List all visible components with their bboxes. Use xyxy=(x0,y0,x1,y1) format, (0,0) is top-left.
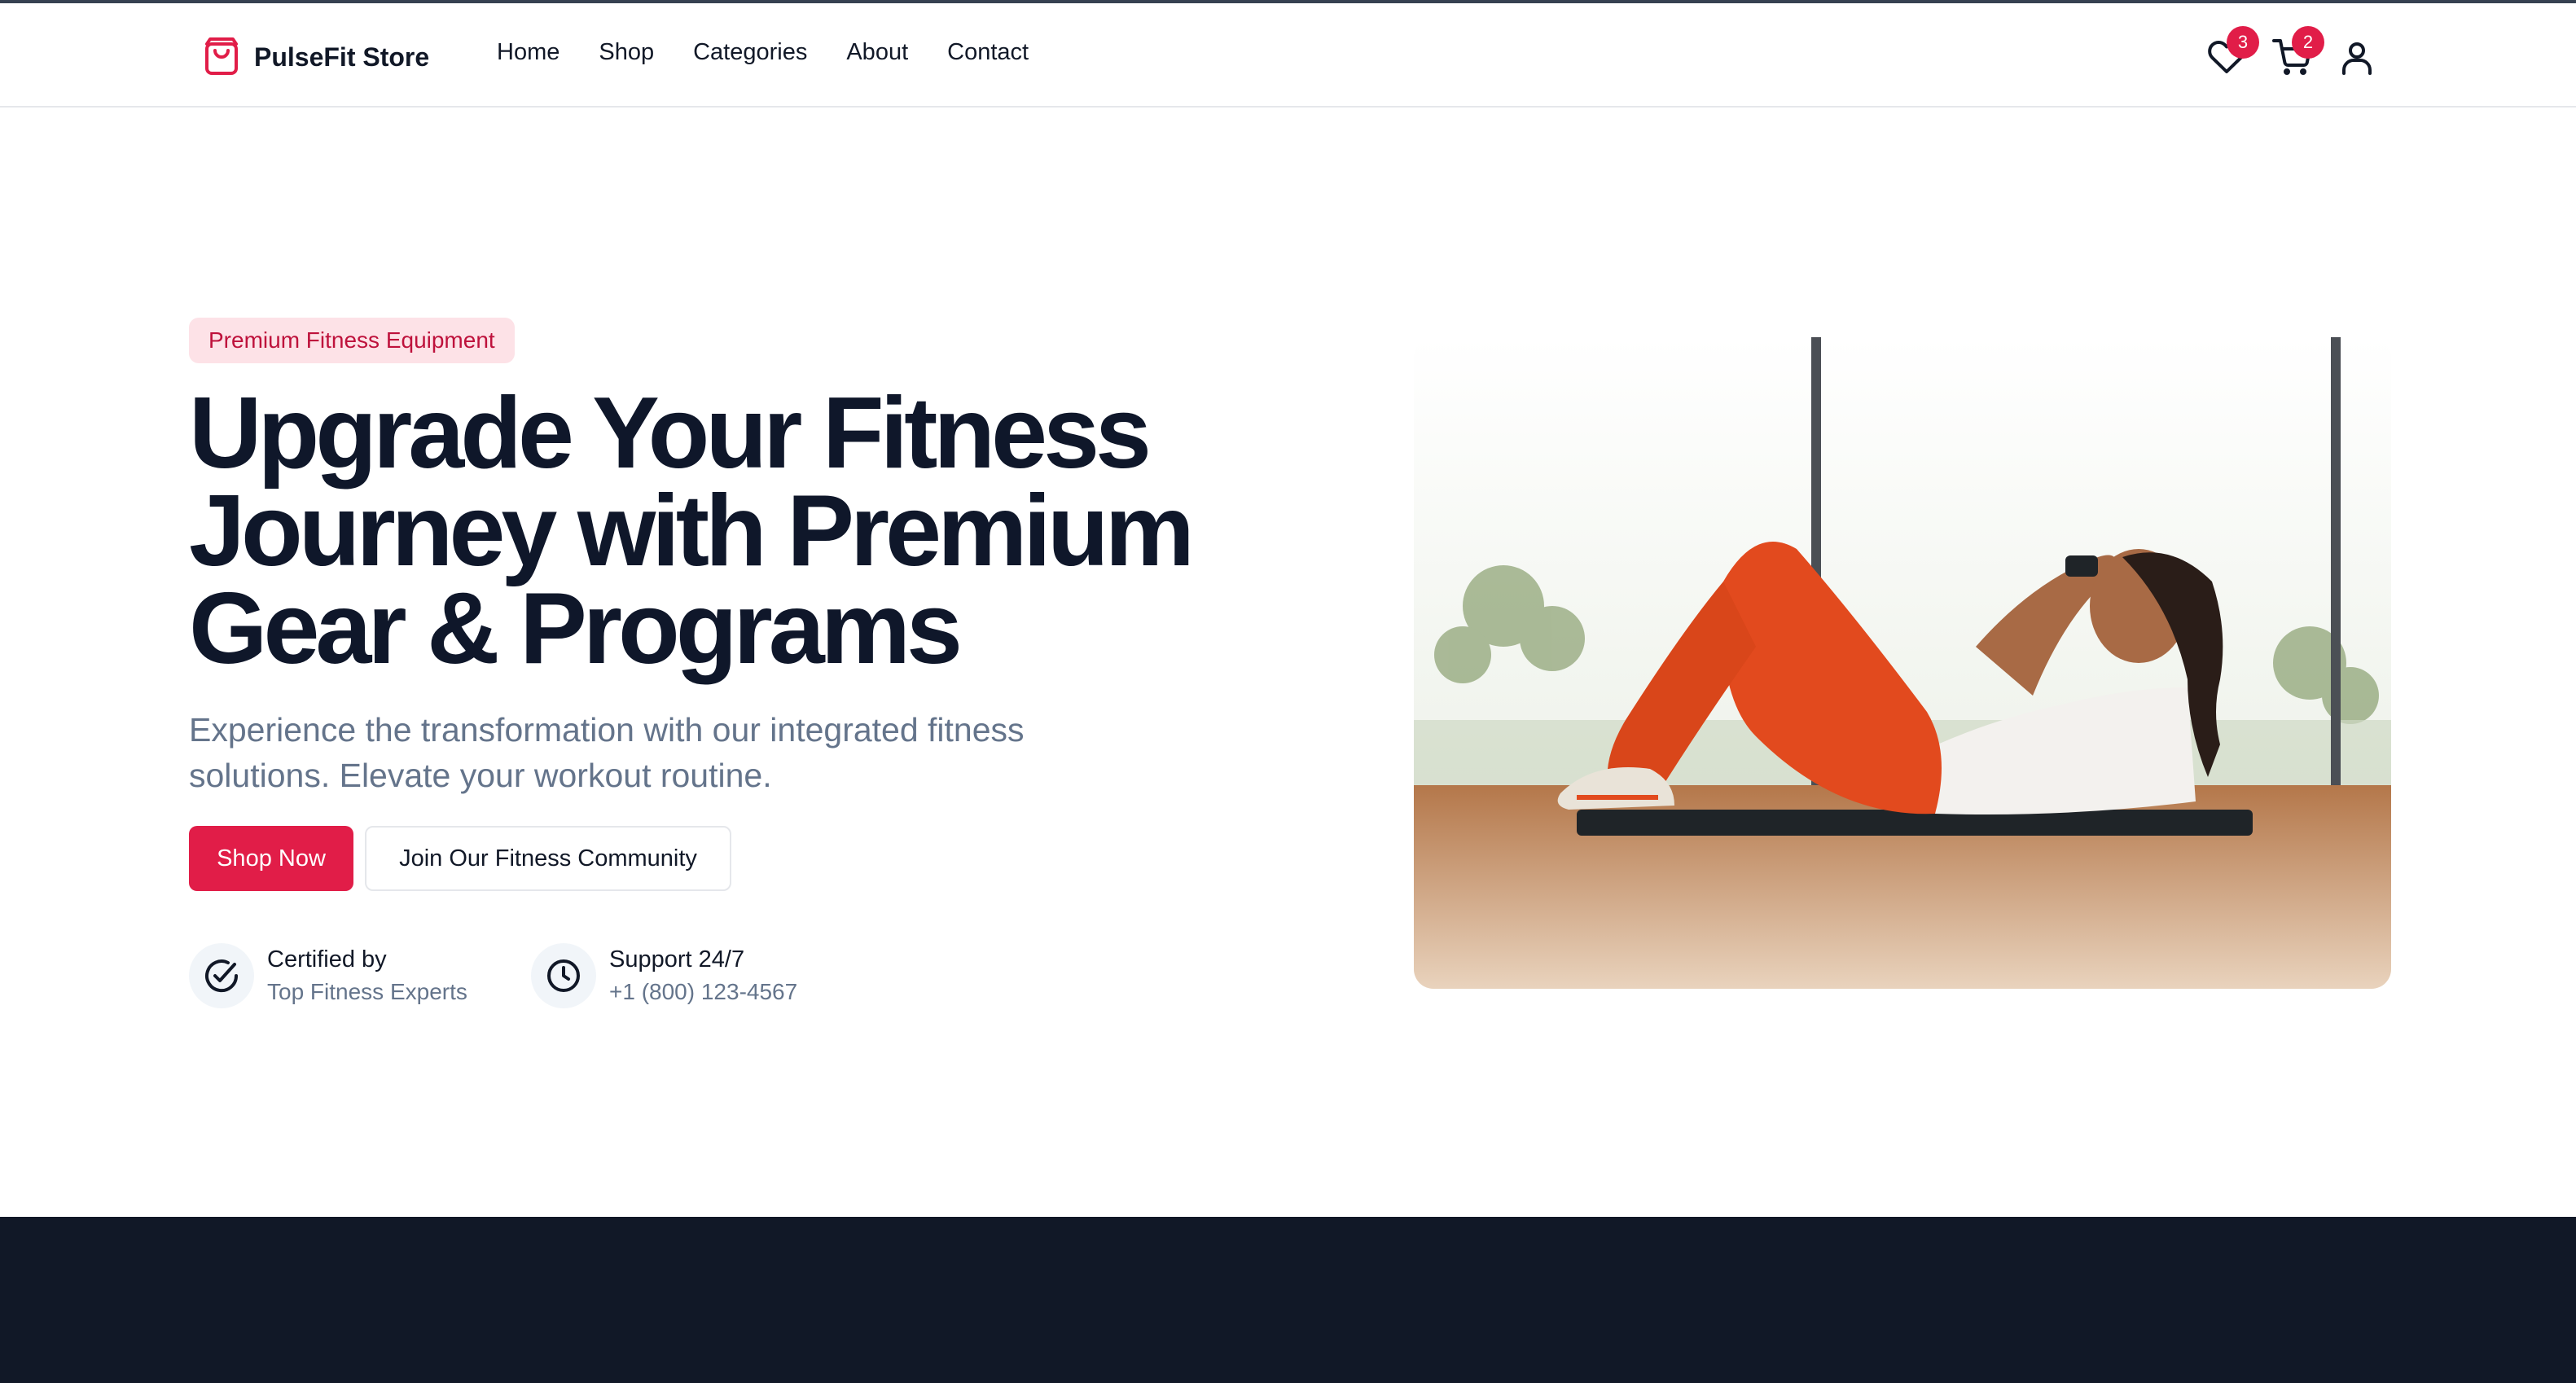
dark-section xyxy=(0,1217,2576,1383)
trust-support-title: Support 24/7 xyxy=(609,946,745,972)
hero-title: Upgrade Your Fitness Journey with Premiu… xyxy=(189,377,1195,685)
nav-categories[interactable]: Categories xyxy=(693,39,807,66)
site-header: PulseFit Store Home Shop Categories Abou… xyxy=(0,3,2576,108)
nav-about[interactable]: About xyxy=(846,39,908,66)
shop-now-button[interactable]: Shop Now xyxy=(189,826,353,891)
nav-shop[interactable]: Shop xyxy=(599,39,654,66)
brand-name: PulseFit Store xyxy=(254,42,430,72)
wishlist-button[interactable]: 3 xyxy=(2204,26,2259,80)
trust-certified-title: Certified by xyxy=(267,946,387,972)
trust-certified-detail: Top Fitness Experts xyxy=(267,979,467,1004)
header-actions: 3 2 xyxy=(2204,26,2399,80)
nav-contact[interactable]: Contact xyxy=(947,39,1029,66)
shopping-bag-icon xyxy=(205,37,238,75)
hero-badge: Premium Fitness Equipment xyxy=(189,318,515,363)
cart-count-badge: 2 xyxy=(2292,26,2324,59)
trust-support: Support 24/7 +1 (800) 123-4567 xyxy=(531,943,797,1008)
account-button[interactable] xyxy=(2334,34,2380,80)
hero-image xyxy=(1414,337,2391,989)
certified-icon-wrap xyxy=(189,943,254,1008)
trust-support-phone: +1 (800) 123-4567 xyxy=(609,979,798,1004)
nav-home[interactable]: Home xyxy=(497,39,560,66)
woman-doing-crunches-photo xyxy=(1414,337,2391,989)
wishlist-count-badge: 3 xyxy=(2227,26,2259,59)
main-nav: Home Shop Categories About Contact xyxy=(497,39,1068,66)
hero-subtitle: Experience the transformation with our i… xyxy=(189,711,1025,794)
join-community-button[interactable]: Join Our Fitness Community xyxy=(365,826,731,891)
support-icon-wrap xyxy=(531,943,596,1008)
brand-logo[interactable]: PulseFit Store xyxy=(202,36,429,78)
trust-certified: Certified by Top Fitness Experts xyxy=(189,943,467,1008)
user-icon xyxy=(2342,42,2372,75)
cart-button[interactable]: 2 xyxy=(2269,26,2324,80)
clock-icon xyxy=(547,959,580,992)
check-circle-icon xyxy=(205,959,239,993)
